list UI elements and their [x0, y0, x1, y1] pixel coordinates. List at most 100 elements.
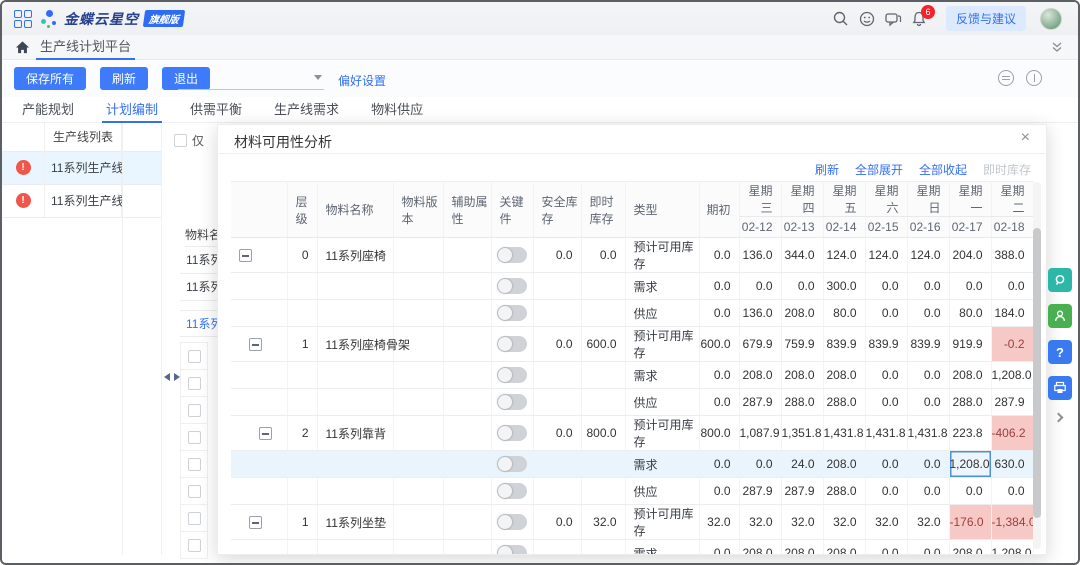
value-cell[interactable]: 32.0	[739, 504, 782, 540]
home-icon[interactable]	[15, 40, 30, 58]
collapse-row-icon[interactable]	[259, 427, 272, 441]
value-cell[interactable]: 287.9	[781, 477, 824, 505]
value-cell[interactable]: 1,208.0	[991, 361, 1034, 389]
value-cell[interactable]: 839.9	[823, 326, 866, 362]
value-cell[interactable]: 0.0	[781, 272, 824, 300]
value-cell[interactable]: 223.8	[949, 415, 992, 451]
refresh-link[interactable]: 刷新	[815, 161, 839, 178]
value-cell[interactable]: 919.9	[949, 326, 992, 362]
value-cell[interactable]: 0.0	[907, 477, 950, 505]
expand-right-icon[interactable]	[174, 373, 180, 381]
value-cell[interactable]: 124.0	[823, 237, 866, 273]
value-cell[interactable]: 0.0	[699, 450, 740, 478]
row-checkbox[interactable]	[187, 403, 201, 417]
value-cell[interactable]: 0.0	[865, 450, 908, 478]
value-cell[interactable]: 1,351.8	[781, 415, 824, 451]
key-part-toggle[interactable]	[497, 483, 527, 499]
value-cell[interactable]: 759.9	[781, 326, 824, 362]
value-cell[interactable]: 287.9	[991, 388, 1034, 416]
collapse-chevron-icon[interactable]	[1053, 412, 1064, 423]
value-cell[interactable]: 288.0	[781, 388, 824, 416]
value-cell[interactable]: -0.2	[991, 326, 1034, 362]
feedback-button[interactable]: 反馈与建议	[945, 6, 1026, 31]
value-cell[interactable]: 1,431.8	[823, 415, 866, 451]
row-checkbox[interactable]	[187, 376, 201, 390]
value-cell[interactable]: 1,208.0	[949, 450, 992, 478]
value-cell[interactable]: 32.0	[865, 504, 908, 540]
help-icon[interactable]: ?	[1048, 340, 1072, 364]
row-checkbox[interactable]	[187, 511, 201, 525]
value-cell[interactable]: 388.0	[991, 237, 1034, 273]
assistant-icon[interactable]	[1048, 268, 1072, 292]
value-cell[interactable]: 1,087.9	[739, 415, 782, 451]
value-cell[interactable]: 0.0	[865, 299, 908, 327]
double-chevron-down-icon[interactable]	[1050, 40, 1064, 57]
collapse-left-icon[interactable]	[164, 373, 170, 381]
value-cell[interactable]: 288.0	[949, 388, 992, 416]
value-cell[interactable]: 208.0	[823, 450, 866, 478]
print-icon[interactable]	[1048, 376, 1072, 400]
save-all-button[interactable]: 保存所有	[14, 67, 87, 90]
value-cell[interactable]: 600.0	[699, 326, 740, 362]
row-checkbox[interactable]	[187, 430, 201, 444]
value-cell[interactable]: 0.0	[699, 299, 740, 327]
key-part-toggle[interactable]	[497, 545, 527, 554]
key-part-toggle[interactable]	[497, 514, 527, 530]
value-cell[interactable]: 208.0	[739, 539, 782, 554]
workspace-tab[interactable]: 生产线计划平台	[34, 35, 137, 60]
preference-link[interactable]: 偏好设置	[338, 72, 386, 89]
production-line-row[interactable]: ! 11系列生产线	[2, 185, 162, 218]
value-cell[interactable]: 136.0	[739, 237, 782, 273]
key-part-toggle[interactable]	[497, 456, 527, 472]
value-cell[interactable]: 0.0	[907, 361, 950, 389]
value-cell[interactable]: 287.9	[739, 388, 782, 416]
value-cell[interactable]: 208.0	[949, 539, 992, 554]
refresh-button[interactable]: 刷新	[100, 67, 149, 90]
key-part-toggle[interactable]	[497, 305, 527, 321]
value-cell[interactable]: 800.0	[699, 415, 740, 451]
module-tab[interactable]: 产能规划	[14, 97, 82, 123]
value-cell[interactable]: 0.0	[699, 272, 740, 300]
value-cell[interactable]: 24.0	[781, 450, 824, 478]
value-cell[interactable]: 0.0	[949, 272, 992, 300]
info-circle-icon[interactable]	[1026, 70, 1042, 86]
key-part-toggle[interactable]	[497, 394, 527, 410]
value-cell[interactable]: 32.0	[781, 504, 824, 540]
value-cell[interactable]: 0.0	[907, 272, 950, 300]
value-cell[interactable]: 0.0	[991, 272, 1034, 300]
value-cell[interactable]: -176.0	[949, 504, 992, 540]
value-cell[interactable]: 124.0	[907, 237, 950, 273]
value-cell[interactable]: 0.0	[699, 539, 740, 554]
value-cell[interactable]: 208.0	[823, 361, 866, 389]
value-cell[interactable]: 0.0	[907, 299, 950, 327]
value-cell[interactable]: -406.2	[991, 415, 1034, 451]
value-cell[interactable]: 679.9	[739, 326, 782, 362]
value-cell[interactable]: 80.0	[949, 299, 992, 327]
bell-icon[interactable]: 6	[910, 4, 935, 28]
module-tab[interactable]: 生产线需求	[266, 97, 347, 123]
module-tab[interactable]: 计划编制	[98, 97, 166, 123]
only-checkbox[interactable]	[174, 134, 187, 147]
value-cell[interactable]: 136.0	[739, 299, 782, 327]
value-cell[interactable]: 0.0	[865, 272, 908, 300]
vertical-scrollbar[interactable]	[1033, 182, 1041, 549]
value-cell[interactable]: 1,431.8	[907, 415, 950, 451]
comment-circle-icon[interactable]	[998, 70, 1014, 86]
value-cell[interactable]: 288.0	[823, 477, 866, 505]
value-cell[interactable]: 0.0	[991, 477, 1034, 505]
value-cell[interactable]: 32.0	[823, 504, 866, 540]
key-part-toggle[interactable]	[497, 425, 527, 441]
collapse-row-icon[interactable]	[239, 249, 252, 263]
value-cell[interactable]: 0.0	[907, 450, 950, 478]
key-part-toggle[interactable]	[497, 278, 527, 294]
user-avatar[interactable]	[1040, 7, 1062, 30]
value-cell[interactable]: 0.0	[699, 237, 740, 273]
value-cell[interactable]: 0.0	[739, 450, 782, 478]
value-cell[interactable]: 1,431.8	[865, 415, 908, 451]
value-cell[interactable]: 0.0	[699, 388, 740, 416]
value-cell[interactable]: 208.0	[781, 361, 824, 389]
value-cell[interactable]: 0.0	[949, 477, 992, 505]
value-cell[interactable]: 80.0	[823, 299, 866, 327]
value-cell[interactable]: 0.0	[865, 361, 908, 389]
value-cell[interactable]: 208.0	[823, 539, 866, 554]
